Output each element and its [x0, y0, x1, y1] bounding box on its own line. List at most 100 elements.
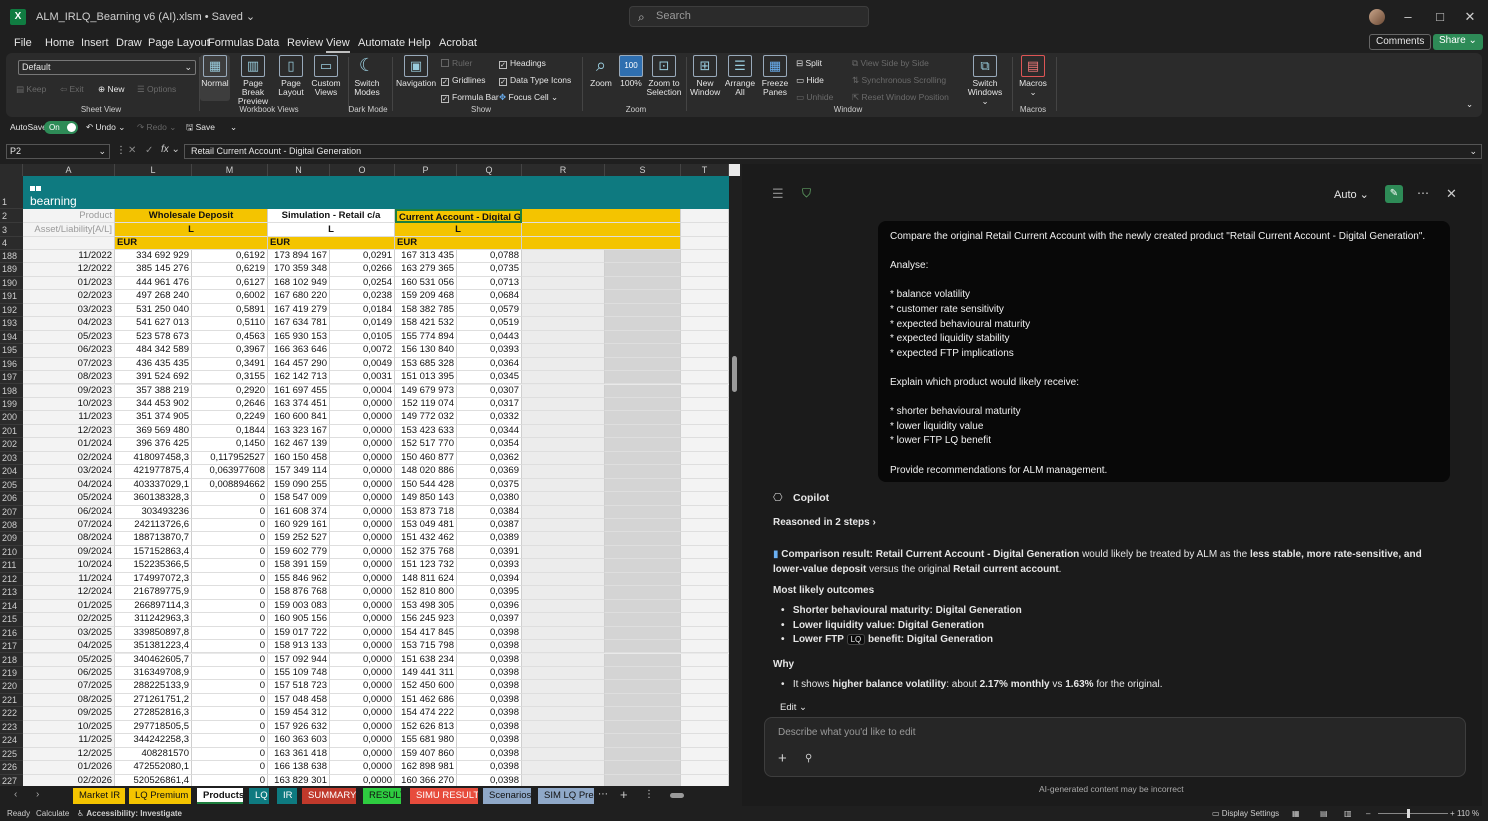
customize-qat-icon[interactable]: ⌄: [230, 122, 237, 133]
row-number[interactable]: 194: [0, 330, 23, 345]
empty-cell[interactable]: [605, 384, 681, 398]
empty-cell[interactable]: [681, 357, 729, 372]
date-cell[interactable]: 12/2022: [23, 263, 115, 277]
empty-cell[interactable]: [681, 384, 729, 398]
digital-balance-cell[interactable]: 162 898 981: [395, 761, 457, 775]
sim-retail-rate-cell[interactable]: 0,0049: [330, 357, 395, 372]
digital-rate-cell[interactable]: 0,0393: [457, 559, 522, 573]
empty-cell[interactable]: [681, 774, 729, 786]
empty-cell[interactable]: [522, 532, 605, 546]
empty-cell[interactable]: [605, 411, 681, 425]
empty-cell[interactable]: [605, 465, 681, 479]
column-header-a[interactable]: A: [23, 164, 115, 176]
empty-cell[interactable]: [681, 451, 729, 466]
sim-retail-balance-cell[interactable]: 155 846 962: [268, 572, 330, 587]
sim-retail-balance-cell[interactable]: 159 454 312: [268, 707, 330, 721]
sim-retail-rate-cell[interactable]: 0,0000: [330, 747, 395, 762]
date-cell[interactable]: 05/2025: [23, 653, 115, 667]
autosave-toggle[interactable]: On: [44, 121, 78, 134]
empty-cell[interactable]: [605, 519, 681, 533]
date-cell[interactable]: 10/2024: [23, 559, 115, 573]
empty-cell[interactable]: [605, 290, 681, 304]
wholesale-balance-cell[interactable]: 360138328,3: [115, 492, 192, 506]
freeze-panes-button[interactable]: ▦ Freeze Panes: [760, 55, 790, 97]
add-icon[interactable]: +: [778, 750, 787, 767]
row-number[interactable]: 198: [0, 384, 23, 398]
sim-retail-rate-cell[interactable]: 0,0105: [330, 330, 395, 345]
sim-retail-balance-cell[interactable]: 160 929 161: [268, 519, 330, 533]
empty-cell[interactable]: [522, 505, 605, 519]
wholesale-rate-cell[interactable]: 0,6002: [192, 290, 268, 304]
digital-balance-cell[interactable]: 151 432 462: [395, 532, 457, 546]
row-number[interactable]: 219: [0, 666, 23, 681]
date-cell[interactable]: 07/2024: [23, 519, 115, 533]
digital-balance-cell[interactable]: 153 049 481: [395, 519, 457, 533]
zoom-100-button[interactable]: 100 100%: [618, 55, 644, 88]
empty-cell[interactable]: [605, 250, 681, 264]
sim-retail-balance-cell[interactable]: 157 048 458: [268, 693, 330, 708]
wholesale-rate-cell[interactable]: 0: [192, 761, 268, 775]
empty-cell[interactable]: [681, 545, 729, 560]
empty-cell[interactable]: [681, 653, 729, 667]
sim-retail-balance-cell[interactable]: 164 457 290: [268, 357, 330, 372]
row-number[interactable]: 222: [0, 707, 23, 721]
digital-balance-cell[interactable]: 167 313 435: [395, 250, 457, 264]
empty-cell[interactable]: [522, 720, 605, 735]
sim-retail-balance-cell[interactable]: 168 102 949: [268, 276, 330, 291]
wholesale-rate-cell[interactable]: 0,117952527: [192, 451, 268, 466]
digital-rate-cell[interactable]: 0,0398: [457, 653, 522, 667]
select-all-corner[interactable]: [0, 164, 23, 176]
digital-rate-cell[interactable]: 0,0398: [457, 720, 522, 735]
sim-retail-rate-cell[interactable]: 0,0000: [330, 478, 395, 493]
row-number[interactable]: 188: [0, 250, 23, 264]
sheet-view-dropdown[interactable]: Default ⌄: [18, 60, 196, 75]
date-cell[interactable]: 03/2025: [23, 626, 115, 641]
comments-button[interactable]: Comments: [1369, 34, 1432, 50]
row-number[interactable]: 206: [0, 492, 23, 506]
date-cell[interactable]: 04/2023: [23, 317, 115, 331]
wholesale-balance-cell[interactable]: 152235366,5: [115, 559, 192, 573]
wholesale-balance-cell[interactable]: 344 453 902: [115, 397, 192, 412]
ruler-checkbox[interactable]: Ruler: [441, 58, 472, 68]
digital-rate-cell[interactable]: 0,0398: [457, 734, 522, 748]
empty-cell[interactable]: [522, 761, 605, 775]
digital-balance-cell[interactable]: 153 685 328: [395, 357, 457, 372]
empty-cell[interactable]: [605, 317, 681, 331]
empty-cell[interactable]: [605, 344, 681, 358]
date-cell[interactable]: 12/2025: [23, 747, 115, 762]
options-button[interactable]: ☰ Options: [137, 84, 176, 95]
wholesale-rate-cell[interactable]: 0: [192, 640, 268, 654]
sim-retail-rate-cell[interactable]: 0,0000: [330, 532, 395, 546]
date-cell[interactable]: 10/2025: [23, 720, 115, 735]
wholesale-balance-cell[interactable]: 484 342 589: [115, 344, 192, 358]
column-header-n[interactable]: N: [268, 164, 330, 176]
sim-retail-balance-cell[interactable]: 163 323 167: [268, 424, 330, 439]
wholesale-rate-cell[interactable]: 0,5891: [192, 303, 268, 318]
row-number[interactable]: 217: [0, 640, 23, 654]
sim-retail-balance-cell[interactable]: 160 363 603: [268, 734, 330, 748]
wholesale-balance-cell[interactable]: 242113726,6: [115, 519, 192, 533]
digital-rate-cell[interactable]: 0,0397: [457, 613, 522, 627]
row-number[interactable]: 203: [0, 451, 23, 466]
empty-cell[interactable]: [681, 519, 729, 533]
digital-rate-cell[interactable]: 0,0398: [457, 666, 522, 681]
wholesale-rate-cell[interactable]: 0,3491: [192, 357, 268, 372]
sim-retail-rate-cell[interactable]: 0,0000: [330, 761, 395, 775]
digital-balance-cell[interactable]: 154 474 222: [395, 707, 457, 721]
avatar[interactable]: [1369, 9, 1385, 25]
empty-cell[interactable]: [605, 720, 681, 735]
empty-cell[interactable]: [681, 572, 729, 587]
wholesale-rate-cell[interactable]: 0,008894662: [192, 478, 268, 493]
empty-cell[interactable]: [605, 545, 681, 560]
date-cell[interactable]: 04/2025: [23, 640, 115, 654]
date-cell[interactable]: 10/2023: [23, 397, 115, 412]
sim-retail-balance-cell[interactable]: 163 361 418: [268, 747, 330, 762]
column-header-o[interactable]: O: [330, 164, 395, 176]
date-cell[interactable]: 05/2024: [23, 492, 115, 506]
digital-rate-cell[interactable]: 0,0788: [457, 250, 522, 264]
row-number[interactable]: 191: [0, 290, 23, 304]
date-cell[interactable]: 02/2026: [23, 774, 115, 786]
sim-retail-rate-cell[interactable]: 0,0000: [330, 451, 395, 466]
empty-cell[interactable]: [522, 586, 605, 600]
empty-cell[interactable]: [522, 384, 605, 398]
